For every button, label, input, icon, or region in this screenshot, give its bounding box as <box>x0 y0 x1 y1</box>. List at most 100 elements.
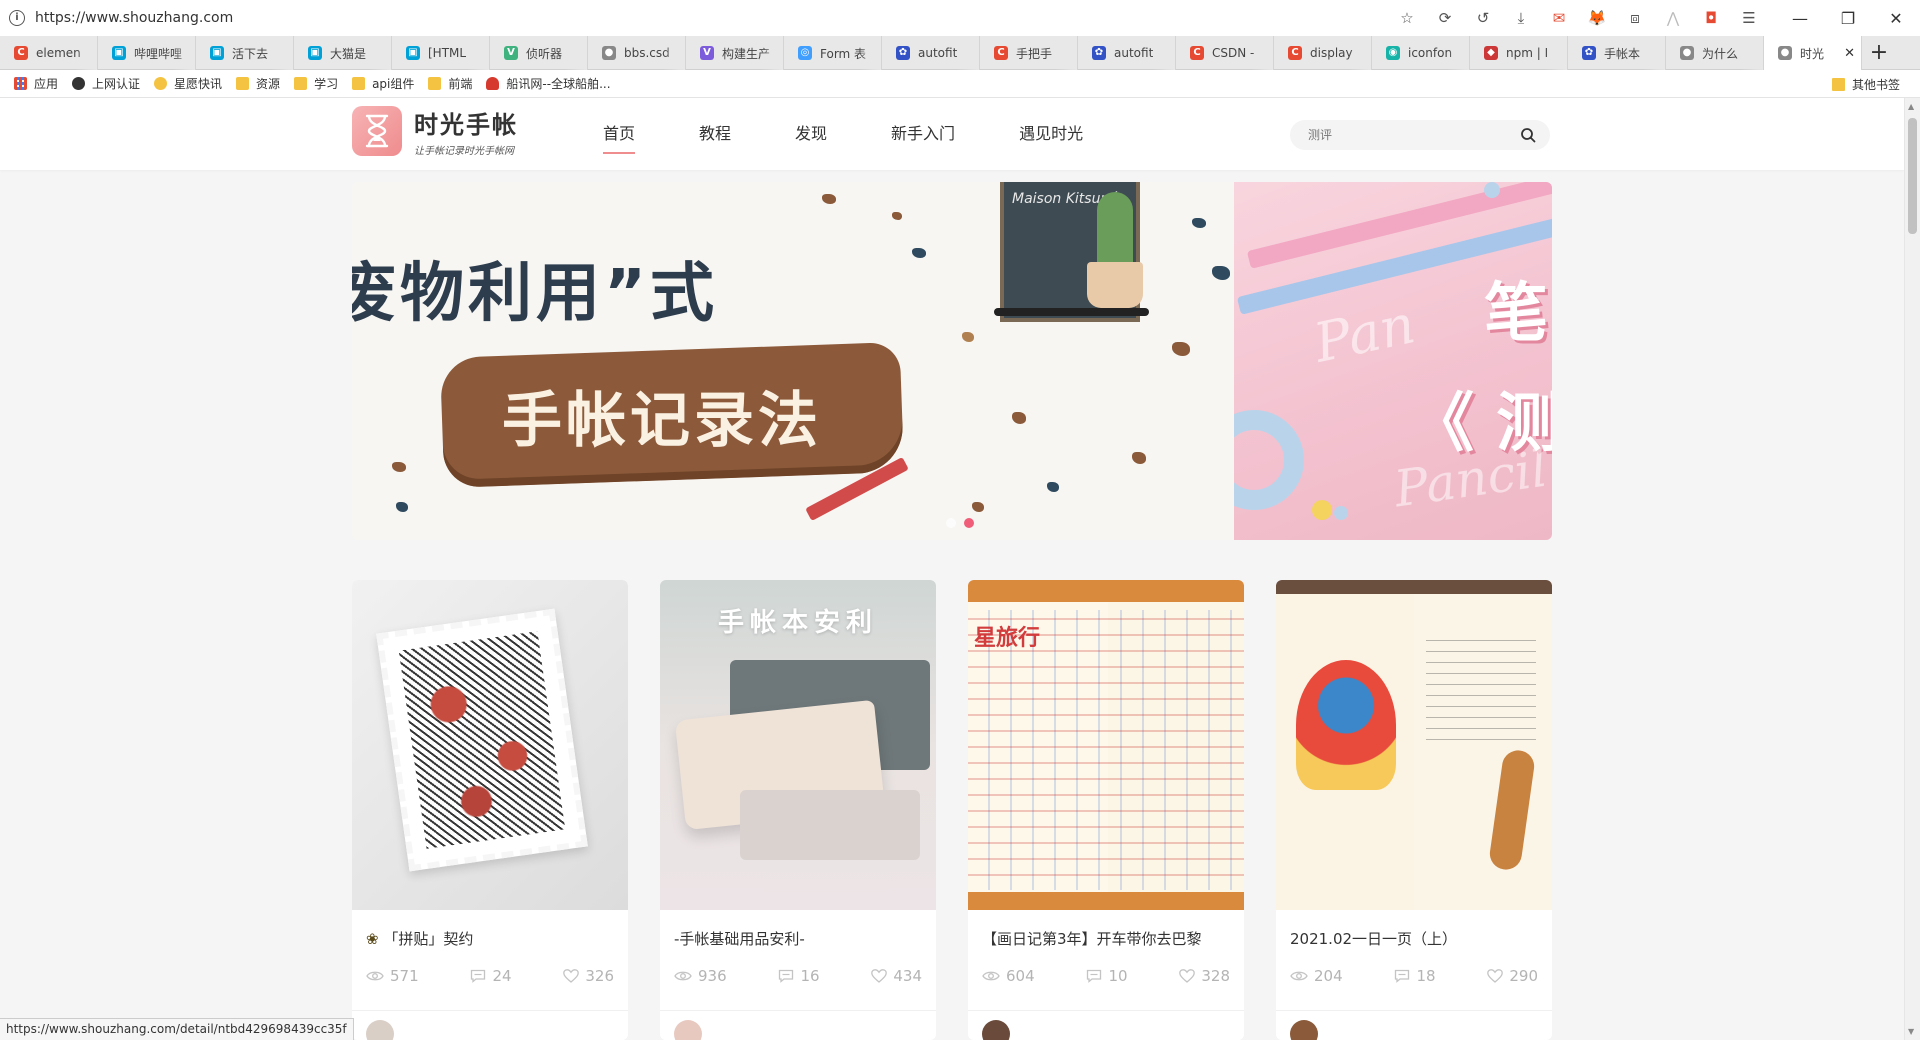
bookmark-item[interactable]: 上网认证 <box>72 75 140 92</box>
download-icon[interactable]: ⤓ <box>1506 0 1536 36</box>
browser-tab[interactable]: ✿ autofit <box>882 36 980 70</box>
browser-tab[interactable]: ◆ npm | I <box>1470 36 1568 70</box>
post-card[interactable]: 手帐本安利 -手帐基础用品安利- 936 16 434 <box>660 580 936 1040</box>
bookmarks-bar: 应用 上网认证 星愿快讯 资源 学习 api组件 前端 船讯网--全球船舶... 其他书签 <box>0 70 1920 98</box>
card-divider <box>660 1010 936 1011</box>
post-title[interactable]: -手帐基础用品安利- <box>660 928 936 949</box>
crop-icon[interactable]: ⧈ <box>1620 0 1650 36</box>
bookmark-item[interactable]: 船讯网--全球船舶... <box>486 75 611 92</box>
post-title[interactable]: 2021.02一日一页（上） <box>1276 928 1552 949</box>
nav-tutorials[interactable]: 教程 <box>699 98 731 170</box>
banner-slide-next[interactable]: Pan 笔 《 测 Pancil <box>1234 182 1552 540</box>
folder-icon <box>352 77 366 90</box>
apps-icon <box>14 77 27 90</box>
nav-meet[interactable]: 遇见时光 <box>1019 98 1083 170</box>
browser-tab[interactable]: C CSDN - <box>1176 36 1274 70</box>
extension-a-icon[interactable]: ⋀ <box>1658 0 1688 36</box>
page-scrollbar[interactable]: ▲ ▼ <box>1904 98 1920 1040</box>
post-card[interactable]: 星旅行 【画日记第3年】开车带你去巴黎 604 10 328 <box>968 580 1244 1040</box>
notification-icon[interactable]: ✉ <box>1544 0 1574 36</box>
url-field[interactable]: https://www.shouzhang.com <box>35 10 233 26</box>
browser-tab[interactable]: ● 时光 ✕ <box>1764 36 1862 70</box>
tab-label: 构建生产 <box>722 46 771 61</box>
banner-headline: 废物利用”式 <box>352 257 719 331</box>
banner-carousel[interactable]: Maison Kitsuné 废物利用”式 手帐记录法 Pan 笔 《 测 Pa… <box>352 182 1552 540</box>
new-tab-button[interactable]: + <box>1862 36 1896 69</box>
browser-tab[interactable]: V 侦听器 <box>490 36 588 70</box>
scroll-up-icon[interactable]: ▲ <box>1908 102 1914 111</box>
eye-icon <box>366 971 384 981</box>
bookmark-item[interactable]: 前端 <box>428 75 472 92</box>
bookmark-item[interactable]: 资源 <box>236 75 280 92</box>
close-window-icon[interactable]: ✕ <box>1872 0 1920 36</box>
like-count[interactable]: 328 <box>1179 967 1230 985</box>
post-card[interactable]: 2021.02一日一页（上） 204 18 290 <box>1276 580 1552 1040</box>
post-cover-image[interactable]: 手帐本安利 <box>660 580 936 910</box>
bookmark-item[interactable]: 星愿快讯 <box>154 75 222 92</box>
scroll-down-icon[interactable]: ▼ <box>1908 1027 1914 1036</box>
browser-tab[interactable]: ✿ autofit <box>1078 36 1176 70</box>
browser-tab[interactable]: Celemen <box>0 36 98 70</box>
extension-fox-icon[interactable]: 🦊 <box>1582 0 1612 36</box>
bookmark-star-icon[interactable]: ☆ <box>1392 0 1422 36</box>
avatar[interactable] <box>366 1020 394 1040</box>
tab-favicon-icon: ◎ <box>798 46 812 60</box>
bookmark-item[interactable]: 应用 <box>14 75 58 92</box>
info-icon[interactable]: i <box>9 10 25 26</box>
comment-count[interactable]: 18 <box>1394 967 1436 985</box>
browser-tab[interactable]: ▣ 活下去 <box>196 36 294 70</box>
browser-tab[interactable]: ✿ 手帐本 <box>1568 36 1666 70</box>
like-count[interactable]: 326 <box>563 967 614 985</box>
bookmark-item[interactable]: 学习 <box>294 75 338 92</box>
browser-tab[interactable]: V 构建生产 <box>686 36 784 70</box>
nav-beginner[interactable]: 新手入门 <box>891 98 955 170</box>
comment-count[interactable]: 10 <box>1086 967 1128 985</box>
carousel-dot[interactable] <box>946 518 956 528</box>
carousel-dot-active[interactable] <box>964 518 974 528</box>
browser-tab[interactable]: ▣ [HTML <box>392 36 490 70</box>
screenshot-icon[interactable]: ◘ <box>1696 0 1726 36</box>
avatar[interactable] <box>1290 1020 1318 1040</box>
search-icon[interactable] <box>1520 127 1536 143</box>
post-title[interactable]: ❀ 「拼贴」契约 <box>352 928 628 949</box>
site-logo[interactable]: 时光手帐 让手帐记录时光手帐网 <box>352 105 518 157</box>
post-title[interactable]: 【画日记第3年】开车带你去巴黎 <box>968 928 1244 949</box>
card-divider <box>968 1010 1244 1011</box>
tab-label: autofit <box>918 46 958 60</box>
comment-count[interactable]: 16 <box>778 967 820 985</box>
decor-dot <box>1047 482 1059 492</box>
browser-tab[interactable]: ● bbs.csd <box>588 36 686 70</box>
refresh-icon[interactable]: ⟳ <box>1430 0 1460 36</box>
browser-tab[interactable]: Cdisplay <box>1274 36 1372 70</box>
tab-favicon-icon: ✿ <box>1582 46 1596 60</box>
nav-discover[interactable]: 发现 <box>795 98 827 170</box>
browser-tab[interactable]: ◉ iconfon <box>1372 36 1470 70</box>
browser-tab[interactable]: ▣ 大猫是 <box>294 36 392 70</box>
restore-icon[interactable]: ❐ <box>1824 0 1872 36</box>
comment-count[interactable]: 24 <box>470 967 512 985</box>
post-cover-image[interactable] <box>1276 580 1552 910</box>
like-count[interactable]: 434 <box>871 967 922 985</box>
bookmark-item[interactable]: api组件 <box>352 75 414 92</box>
scroll-thumb[interactable] <box>1908 118 1917 234</box>
browser-tab[interactable]: ▣ 哔哩哔哩 <box>98 36 196 70</box>
avatar[interactable] <box>982 1020 1010 1040</box>
post-card[interactable]: ❀ 「拼贴」契约 571 24 326 <box>352 580 628 1040</box>
banner-slide[interactable]: Maison Kitsuné 废物利用”式 手帐记录法 <box>352 182 1234 540</box>
close-tab-icon[interactable]: ✕ <box>1844 46 1855 61</box>
minimize-icon[interactable]: — <box>1776 0 1824 36</box>
post-cover-image[interactable]: 星旅行 <box>968 580 1244 910</box>
browser-tab[interactable]: C 手把手 <box>980 36 1078 70</box>
card-divider <box>352 1010 628 1011</box>
avatar[interactable] <box>674 1020 702 1040</box>
search-input[interactable] <box>1308 128 1508 142</box>
other-bookmarks[interactable]: 其他书签 <box>1831 70 1900 98</box>
browser-tab[interactable]: ◎ Form 表 <box>784 36 882 70</box>
nav-home[interactable]: 首页 <box>603 98 636 170</box>
like-count[interactable]: 290 <box>1487 967 1538 985</box>
post-cover-image[interactable] <box>352 580 628 910</box>
menu-icon[interactable]: ☰ <box>1734 0 1764 36</box>
browser-tab[interactable]: ● 为什么 <box>1666 36 1764 70</box>
pot-illustration <box>1087 262 1143 308</box>
undo-icon[interactable]: ↺ <box>1468 0 1498 36</box>
